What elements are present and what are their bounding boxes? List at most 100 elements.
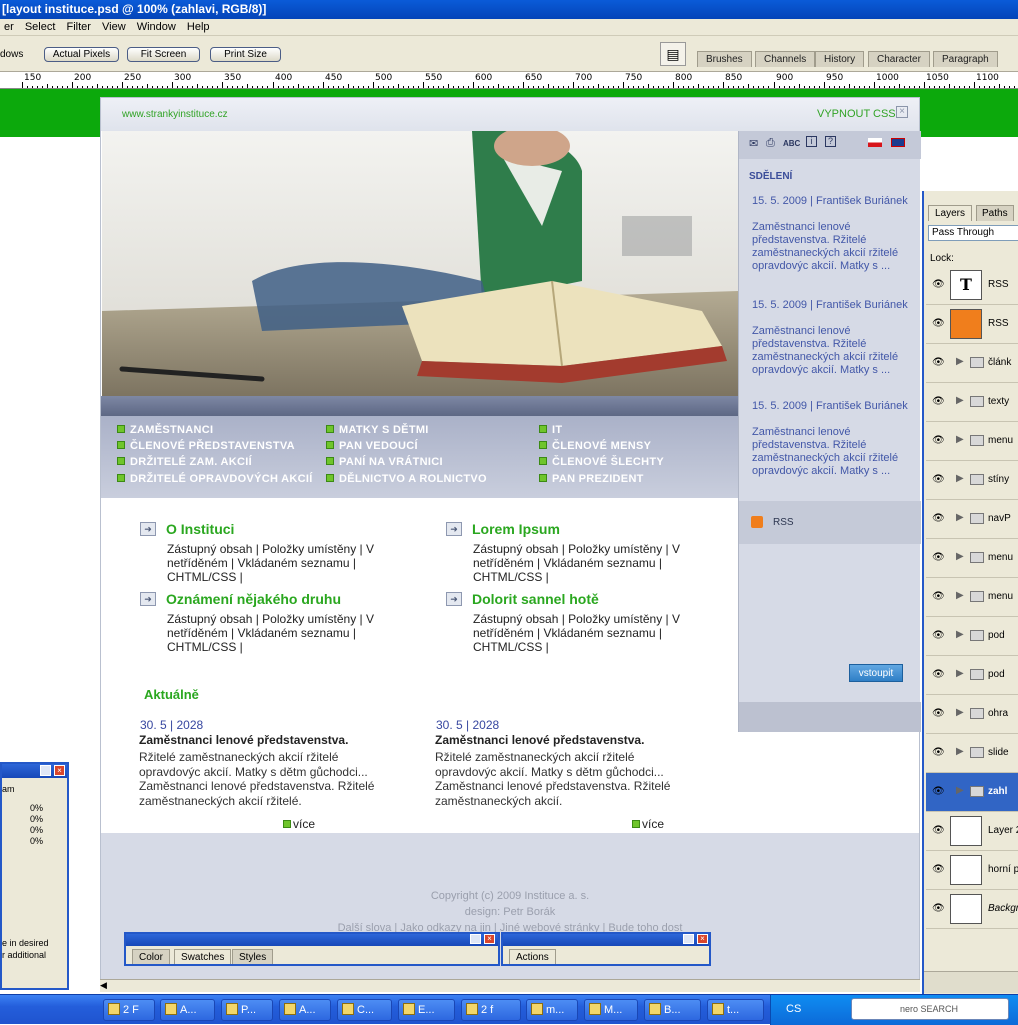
layer-row[interactable]: 👁 ▶ slide — [926, 734, 1018, 773]
close-icon[interactable]: × — [484, 934, 495, 944]
taskbar-button[interactable]: 2 f — [461, 999, 521, 1021]
section-title[interactable]: O Instituci — [166, 521, 234, 537]
rss-link[interactable]: RSS — [773, 517, 794, 528]
file-browser-icon[interactable]: ▤ — [660, 42, 686, 66]
taskbar-button[interactable]: t... — [707, 999, 764, 1021]
layer-row[interactable]: 👁 horní p — [926, 851, 1018, 890]
sidebar-item-text[interactable]: Zaměstnanci lenové představenstva. Ržite… — [752, 325, 912, 377]
layer-row[interactable]: 👁 ▶ menu — [926, 539, 1018, 578]
nav-item[interactable]: PANÍ NA VRÁTNICI — [326, 456, 443, 468]
taskbar-button[interactable]: 2 F — [103, 999, 155, 1021]
nav-item[interactable]: PAN PREZIDENT — [539, 473, 644, 485]
horizontal-ruler[interactable]: 150 200 250 300 350 400 450 500 550 600 650 700 750 8… — [0, 72, 1018, 89]
css-toggle-link[interactable]: VYPNOUT CSS — [817, 108, 896, 120]
layer-row[interactable]: 👁 ▶ texty — [926, 383, 1018, 422]
nero-search-box[interactable]: nero SEARCH — [851, 998, 1009, 1020]
tab-swatches[interactable]: Swatches — [174, 949, 232, 964]
taskbar-button[interactable]: A... — [160, 999, 215, 1021]
sidebar-item-text[interactable]: Zaměstnanci lenové představenstva. Ržite… — [752, 426, 912, 478]
scroll-left-icon[interactable]: ◀ — [100, 980, 107, 991]
layer-row[interactable]: 👁 ▶ pod — [926, 656, 1018, 695]
eye-icon[interactable]: 👁 — [932, 435, 945, 446]
eye-icon[interactable]: 👁 — [932, 357, 945, 368]
news-title[interactable]: Zaměstnanci lenové představenstva. — [139, 733, 348, 747]
layer-row[interactable]: 👁 ▶ ohra — [926, 695, 1018, 734]
taskbar-button[interactable]: C... — [337, 999, 392, 1021]
login-button[interactable]: vstoupit — [849, 664, 903, 682]
nav-item[interactable]: ČLENOVÉ PŘEDSTAVENSTVA — [117, 440, 295, 452]
layer-row[interactable]: 👁 ▶ navP — [926, 500, 1018, 539]
minimize-icon[interactable] — [40, 765, 51, 776]
eye-icon[interactable]: 👁 — [932, 708, 945, 719]
eye-icon[interactable]: 👁 — [932, 474, 945, 485]
layer-row[interactable]: 👁 ▶ stíny — [926, 461, 1018, 500]
layer-row[interactable]: 👁 ▶ menu — [926, 422, 1018, 461]
eye-icon[interactable]: 👁 — [932, 279, 945, 290]
layer-row[interactable]: 👁 ▶ zahl — [926, 773, 1018, 812]
print-icon[interactable]: ⎙ — [766, 137, 775, 150]
tab-color[interactable]: Color — [132, 949, 170, 964]
tab-paths[interactable]: Paths — [976, 205, 1014, 221]
news-title[interactable]: Zaměstnanci lenové představenstva. — [435, 733, 644, 747]
expand-icon[interactable]: ▶ — [956, 551, 964, 562]
expand-icon[interactable]: ▶ — [956, 395, 964, 406]
expand-icon[interactable]: ▶ — [956, 707, 964, 718]
expand-icon[interactable]: ▶ — [956, 512, 964, 523]
layer-row[interactable]: 👁 Layer 2 — [926, 812, 1018, 851]
layer-row[interactable]: 👁 ▶ článk — [926, 344, 1018, 383]
close-icon[interactable]: × — [697, 934, 708, 944]
expand-icon[interactable]: ▶ — [956, 668, 964, 679]
tab-layers[interactable]: Layers — [928, 205, 973, 221]
spellcheck-icon[interactable]: ABC — [783, 139, 800, 148]
eye-icon[interactable]: 👁 — [932, 552, 945, 563]
actual-pixels-button[interactable]: Actual Pixels — [44, 47, 119, 62]
info-icon[interactable]: i — [806, 136, 817, 147]
more-link[interactable]: více — [632, 817, 664, 831]
layer-row[interactable]: 👁 Backgr — [926, 890, 1018, 929]
taskbar-button[interactable]: P... — [221, 999, 273, 1021]
tab-character[interactable]: Character — [868, 51, 930, 67]
nav-item[interactable]: DRŽITELÉ OPRAVDOVÝCH AKCIÍ — [117, 473, 313, 485]
taskbar-button[interactable]: A... — [279, 999, 331, 1021]
sidebar-item-text[interactable]: Zaměstnanci lenové představenstva. Ržite… — [752, 221, 912, 273]
flag-cz-icon[interactable] — [868, 138, 882, 147]
tab-paragraph[interactable]: Paragraph — [933, 51, 998, 67]
taskbar-button[interactable]: B... — [644, 999, 701, 1021]
mail-icon[interactable]: ✉ — [749, 137, 758, 150]
section-title[interactable]: Lorem Ipsum — [472, 521, 560, 537]
expand-icon[interactable]: ▶ — [956, 590, 964, 601]
site-domain[interactable]: www.strankyinstituce.cz — [122, 109, 228, 120]
nav-item[interactable]: DRŽITELÉ ZAM. AKCIÍ — [117, 456, 252, 468]
eye-icon[interactable]: 👁 — [932, 864, 945, 875]
eye-icon[interactable]: 👁 — [932, 786, 945, 797]
expand-icon[interactable]: ▶ — [956, 785, 964, 796]
tab-history[interactable]: History — [815, 51, 865, 67]
eye-icon[interactable]: 👁 — [932, 318, 945, 329]
nav-item[interactable]: ČLENOVÉ ŠLECHTY — [539, 456, 664, 468]
layer-row[interactable]: 👁 ▶ menu — [926, 578, 1018, 617]
tab-actions[interactable]: Actions — [509, 949, 556, 964]
close-icon[interactable]: × — [896, 106, 908, 118]
print-size-button[interactable]: Print Size — [210, 47, 281, 62]
eye-icon[interactable]: 👁 — [932, 747, 945, 758]
section-title[interactable]: Oznámení nějakého druhu — [166, 591, 341, 607]
layer-row[interactable]: 👁 ▶ pod — [926, 617, 1018, 656]
close-icon[interactable]: × — [54, 765, 65, 776]
fit-screen-button[interactable]: Fit Screen — [127, 47, 200, 62]
flag-uk-icon[interactable] — [891, 138, 905, 147]
eye-icon[interactable]: 👁 — [932, 903, 945, 914]
menu-window[interactable]: Window — [137, 21, 176, 33]
language-indicator[interactable]: CS — [786, 1003, 801, 1015]
taskbar-button[interactable]: E... — [398, 999, 455, 1021]
menu-help[interactable]: Help — [187, 21, 210, 33]
layer-row[interactable]: 👁 T RSS — [926, 266, 1018, 305]
menu-select[interactable]: Select — [25, 21, 56, 33]
section-title[interactable]: Dolorit sannel hotě — [472, 591, 599, 607]
menu-filter[interactable]: Filter — [66, 21, 90, 33]
expand-icon[interactable]: ▶ — [956, 746, 964, 757]
expand-icon[interactable]: ▶ — [956, 629, 964, 640]
nav-item[interactable]: IT — [539, 424, 562, 436]
eye-icon[interactable]: 👁 — [932, 396, 945, 407]
nav-item[interactable]: ZAMĚSTNANCI — [117, 424, 213, 436]
nav-item[interactable]: PAN VEDOUCÍ — [326, 440, 418, 452]
